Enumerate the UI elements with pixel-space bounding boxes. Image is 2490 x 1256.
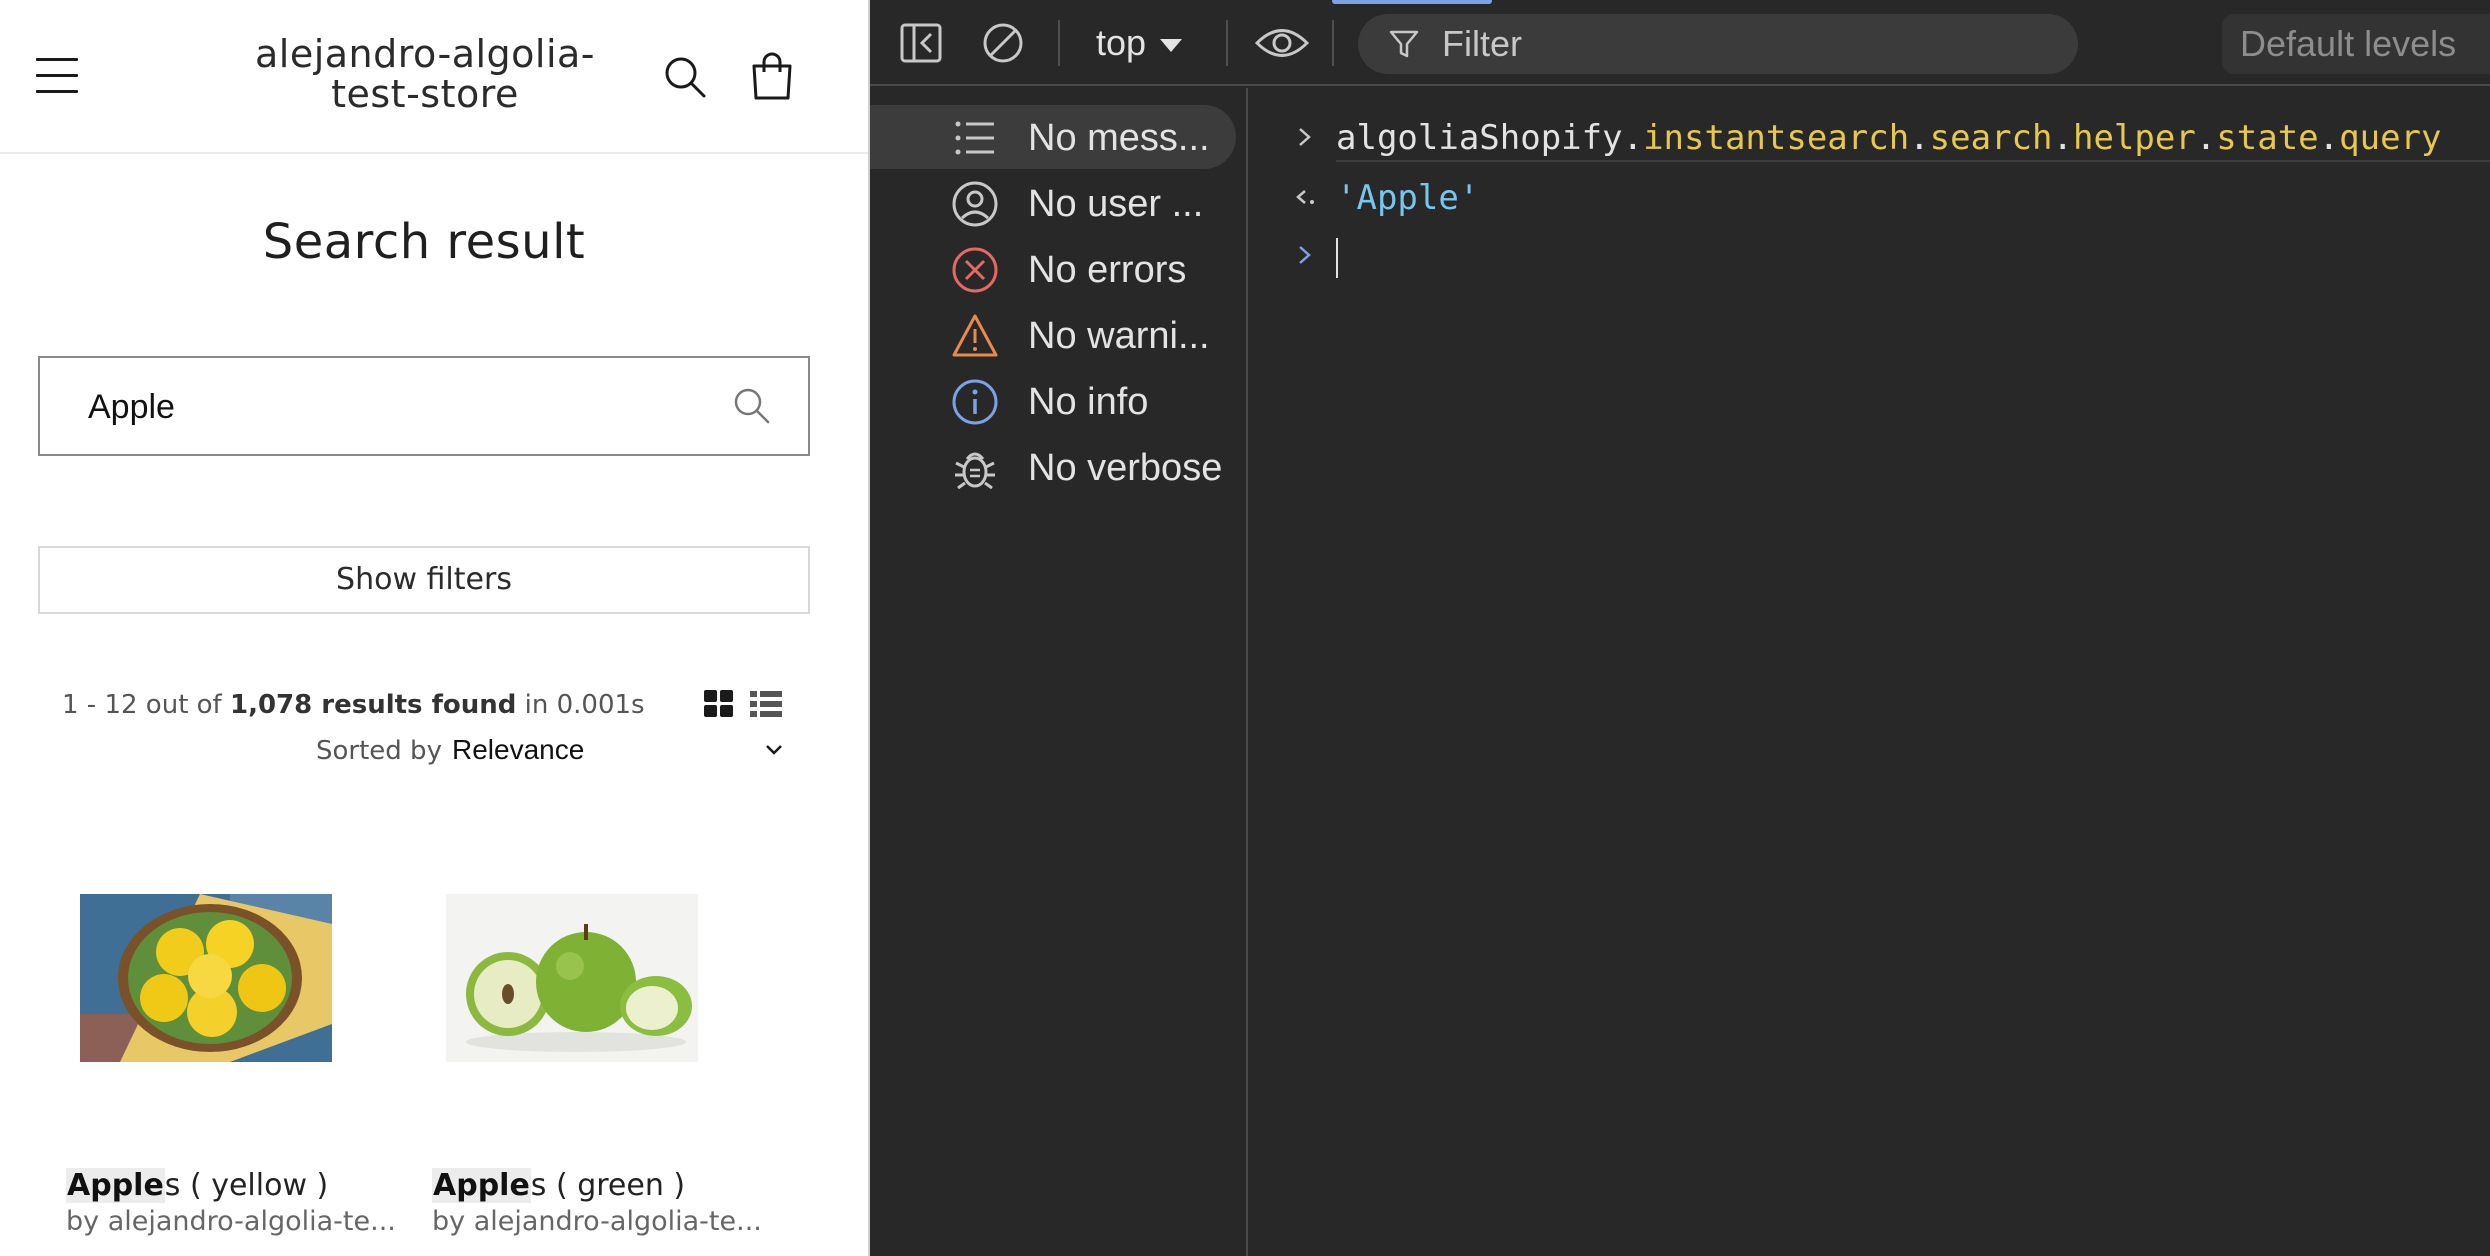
product-vendor: by alejandro-algolia-te... [66,1206,396,1237]
sidebar-item-label: No errors [1028,249,1187,291]
header-search-button[interactable] [662,54,708,100]
sidebar-item-messages[interactable]: No mess... [870,105,1236,169]
menu-button[interactable] [36,56,78,96]
sidebar-item-verbose[interactable]: No verbose [870,435,1240,499]
chevron-down-icon [766,745,782,755]
sidebar-item-info[interactable]: No info [870,369,1240,433]
list-view-button[interactable] [750,690,782,718]
results-count: 1,078 results found [229,690,517,720]
sort-select[interactable]: Relevance [452,730,792,770]
context-select[interactable]: top [1096,22,1183,66]
results-stats: 1 - 12 out of 1,078 results found in 0.0… [62,690,645,720]
sort-value: Relevance [452,734,585,765]
show-filters-button[interactable]: Show filters [38,546,810,614]
product-card[interactable]: Apples ( yellow ) by alejandro-algolia-t… [38,880,396,1256]
toggle-sidebar-button[interactable] [898,20,944,66]
error-icon [952,247,998,293]
live-expression-button[interactable] [1254,20,1310,66]
search-submit-button[interactable] [730,384,774,428]
sidebar-item-label: No warni... [1028,315,1210,357]
results-time: in 0.001s [524,690,645,720]
return-arrow-icon [1296,190,1314,204]
toolbar-separator [1058,20,1060,66]
console-output[interactable]: algoliaShopify.instantsearch.search.help… [1250,88,2490,1256]
search-input[interactable] [88,380,708,434]
caret-down-icon [1160,38,1183,52]
toolbar-separator [1226,20,1228,66]
text-caret [1336,238,1338,278]
console-command[interactable]: algoliaShopify.instantsearch.search.help… [1336,118,2441,158]
sidebar-item-errors[interactable]: No errors [870,237,1240,301]
block-icon [983,23,1023,63]
sort-label: Sorted by [316,736,442,766]
console-toolbar: top Default levels [870,0,2490,86]
product-title[interactable]: Apples ( yellow ) [66,1168,328,1203]
bug-icon [955,452,995,490]
grid-icon [704,690,733,717]
sidebar-item-label: No verbose [1028,447,1223,489]
sidebar-item-label: No mess... [1028,117,1210,159]
log-levels-dropdown[interactable]: Default levels [2222,14,2490,74]
page-title: Search result [262,214,586,270]
cart-icon [752,52,792,100]
console-prompt[interactable] [1250,226,2490,286]
cart-button[interactable] [748,52,796,102]
tab-indicator [1332,0,1492,4]
store-page: alejandro-algolia-test-store Search resu… [0,0,870,1256]
sidebar-item-label: No user ... [1028,183,1204,225]
product-card[interactable]: Apples ( green ) by alejandro-algolia-te… [404,880,762,1256]
filter-input[interactable] [1442,22,2042,66]
list-icon [955,121,994,155]
search-box [38,356,810,456]
list-icon [750,691,782,717]
warning-icon [952,314,998,357]
search-icon [734,388,770,424]
eye-icon [1254,29,1310,57]
sidebar-item-label: No info [1028,381,1149,423]
product-vendor: by alejandro-algolia-te... [432,1206,762,1237]
console-input-line: algoliaShopify.instantsearch.search.help… [1250,108,2490,168]
filter-box [1358,14,2078,74]
console-result-value[interactable]: 'Apple' [1336,178,1479,218]
info-icon [952,379,998,425]
results-range: 1 - 12 out of [62,690,222,720]
product-image-green-apples[interactable] [446,894,698,1062]
search-highlight: Apple [66,1168,165,1203]
sidebar-item-user-messages[interactable]: No user ... [870,171,1240,235]
search-icon [665,57,706,98]
prompt-chevron-icon [1299,246,1311,264]
product-image-yellow-apples[interactable] [80,894,332,1062]
chevron-right-icon [1299,128,1311,146]
user-icon [952,181,998,227]
sidebar-toggle-icon [900,23,942,63]
console-line-divider [1336,160,2490,162]
console-result-line: 'Apple' [1250,168,2490,228]
filter-icon [1389,30,1419,58]
toolbar-separator [1332,20,1334,66]
devtools-panel: top Default levels No mess... [870,0,2490,1256]
product-title[interactable]: Apples ( green ) [432,1168,685,1203]
console-sidebar: No mess... No user ... No errors No warn… [870,88,1248,1256]
search-highlight: Apple [432,1168,531,1203]
store-title[interactable]: alejandro-algolia-test-store [220,34,630,114]
store-header: alejandro-algolia-test-store [0,0,870,154]
grid-view-button[interactable] [704,690,734,718]
clear-console-button[interactable] [980,20,1026,66]
sidebar-item-warnings[interactable]: No warni... [870,303,1240,367]
